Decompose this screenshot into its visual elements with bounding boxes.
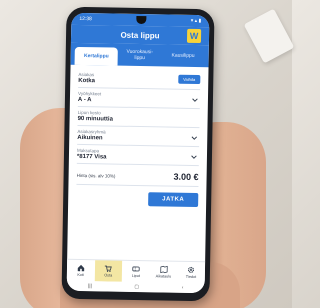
nav-home-label: Koti <box>77 272 84 278</box>
price-label: Hinta (sis. alv 10%) <box>76 172 116 179</box>
nav-buy[interactable]: Osta <box>94 260 123 282</box>
cart-icon <box>105 265 113 272</box>
nav-tickets[interactable]: Liput <box>122 261 150 282</box>
bottom-navigation: Koti Osta Liput Aikataulu Tiedot <box>66 258 206 284</box>
validity-field: Lipun kesto 90 minuuttia <box>77 106 200 129</box>
status-icons: ▾ ▴ ▮ <box>190 17 202 25</box>
system-navigation-bar: ||| ▢ ‹ <box>66 280 205 294</box>
tab-day-ticket[interactable]: Vuorokausi- lippu <box>118 44 162 67</box>
customer-group-select[interactable]: Asiakasryhmä Aikuinen <box>77 125 200 148</box>
continue-wrap: JATKA <box>76 185 199 208</box>
back-icon[interactable]: ‹ <box>182 285 184 291</box>
validity-value: 90 minuuttia <box>77 115 113 123</box>
tab-single-ticket[interactable]: Kertalippu <box>74 46 119 66</box>
background-card <box>243 8 295 64</box>
phone-screen: 12:38 ▾ ▴ ▮ Osta lippu W Kertalippu Vuor… <box>66 12 210 294</box>
ticket-type-tabs: Kertalippu Vuorokausi- lippu Kausilippu <box>70 42 209 68</box>
chevron-down-icon <box>191 136 198 140</box>
tab-season-ticket[interactable]: Kausilippu <box>161 44 205 67</box>
gear-icon <box>188 266 195 273</box>
price-value: 3.00 € <box>173 171 199 183</box>
chevron-down-icon <box>191 155 197 159</box>
phone: 12:38 ▾ ▴ ▮ Osta lippu W Kertalippu Vuor… <box>61 6 215 302</box>
continue-button[interactable]: JATKA <box>148 192 199 208</box>
payment-value: *8177 Visa <box>76 153 107 161</box>
zones-value: A - A <box>77 96 92 104</box>
ticket-form: Asiakas Kotka Vaihda Vyöhykkeet A - A Li… <box>68 65 208 208</box>
ticket-icon <box>132 266 140 272</box>
status-time: 12:38 <box>79 15 92 23</box>
app-logo: W <box>186 28 202 44</box>
home-icon <box>77 264 84 272</box>
nav-buy-label: Osta <box>104 273 113 278</box>
customer-group-value: Aikuinen <box>77 134 103 142</box>
customer-field: Asiakas Kotka Vaihda <box>78 68 201 91</box>
map-icon <box>159 265 168 274</box>
nav-timetable[interactable]: Aikataulu <box>150 261 178 282</box>
nav-info-label: Tiedot <box>185 274 197 280</box>
home-button-icon[interactable]: ▢ <box>134 284 139 290</box>
change-customer-button[interactable]: Vaihda <box>178 74 201 85</box>
nav-tickets-label: Liput <box>131 273 140 279</box>
nav-home[interactable]: Koti <box>67 260 95 281</box>
zones-select[interactable]: Vyöhykkeet A - A <box>77 87 201 110</box>
recent-apps-icon[interactable]: ||| <box>88 283 92 289</box>
camera-notch <box>136 15 147 25</box>
nav-timetable-label: Aikataulu <box>155 274 172 279</box>
page-title: Osta lippu <box>120 30 160 40</box>
app-header: Osta lippu W <box>70 24 210 46</box>
payment-method-select[interactable]: Maksutapa *8177 Visa <box>76 144 200 167</box>
nav-info[interactable]: Tiedot <box>177 262 205 283</box>
chevron-down-icon <box>192 98 198 102</box>
price-row: Hinta (sis. alv 10%) 3.00 € <box>76 163 199 188</box>
